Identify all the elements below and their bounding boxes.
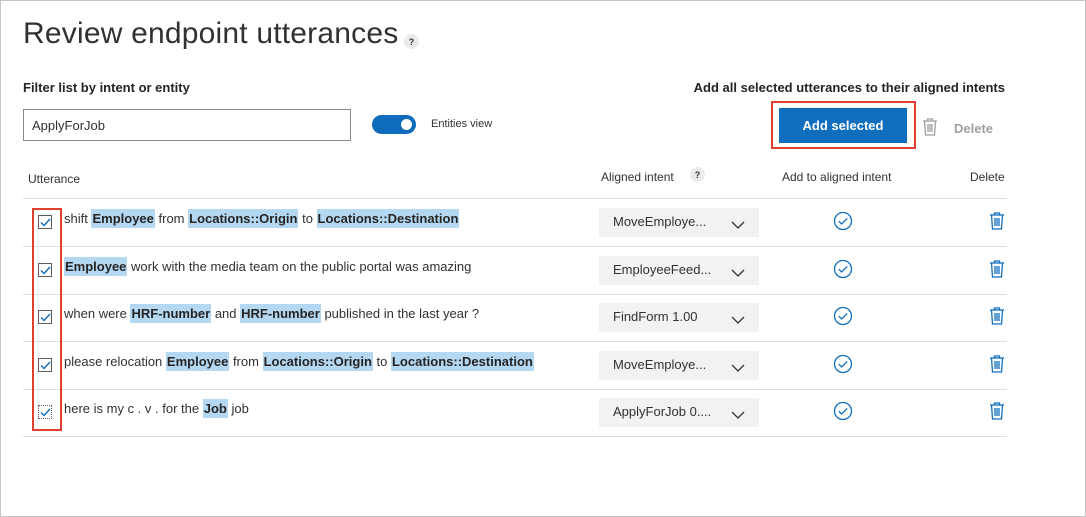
add-all-selected-label: Add all selected utterances to their ali…: [693, 80, 1005, 95]
utterance-text: please relocation Employee from Location…: [64, 352, 534, 371]
table-row: here is my c . v . for the Job job ApplyF…: [23, 389, 1007, 436]
table-row: please relocation Employee from Location…: [23, 342, 1007, 389]
table-row: Employee work with the media team on the…: [23, 247, 1007, 294]
chevron-down-icon: [731, 312, 745, 327]
table-row: shift Employee from Locations::Origin to…: [23, 199, 1007, 246]
trash-icon[interactable]: [989, 306, 1005, 331]
entity-label[interactable]: Locations::Destination: [390, 352, 534, 371]
utterance-segment: and: [211, 306, 241, 321]
entity-label[interactable]: Employee: [91, 209, 155, 228]
utterance-segment: when were: [64, 306, 131, 321]
utterance-text: when were HRF-number and HRF-number publ…: [64, 304, 480, 323]
checkbox-column-highlight: [32, 208, 62, 431]
aligned-intent-dropdown[interactable]: EmployeeFeed...: [599, 256, 759, 285]
entity-label[interactable]: HRF-number: [240, 304, 321, 323]
entity-label[interactable]: Job: [202, 399, 228, 418]
utterance-text: here is my c . v . for the Job job: [64, 399, 249, 418]
utterance-segment: job: [227, 401, 249, 416]
check-circle-icon[interactable]: [833, 306, 853, 331]
entity-label[interactable]: Employee: [165, 352, 230, 371]
trash-icon[interactable]: [989, 211, 1005, 236]
entity-label[interactable]: Locations::Destination: [316, 209, 460, 228]
aligned-intent-value: MoveEmploye...: [613, 214, 707, 229]
aligned-intent-value: EmployeeFeed...: [613, 262, 712, 277]
utterance-segment: shift: [64, 211, 92, 226]
column-header-aligned-intent: Aligned intent: [601, 170, 674, 184]
chevron-down-icon: [731, 217, 745, 232]
chevron-down-icon: [731, 407, 745, 422]
toggle-knob: [401, 119, 412, 130]
utterance-segment: please relocation: [64, 354, 166, 369]
entity-label[interactable]: Locations::Origin: [262, 352, 373, 371]
aligned-intent-dropdown[interactable]: FindForm 1.00: [599, 303, 759, 332]
aligned-intent-dropdown[interactable]: ApplyForJob 0....: [599, 398, 759, 427]
table-row: when were HRF-number and HRF-number publ…: [23, 294, 1007, 341]
review-endpoint-utterances-panel: Review endpoint utterances ? Filter list…: [0, 0, 1086, 517]
trash-icon[interactable]: [921, 117, 939, 142]
check-circle-icon[interactable]: [833, 211, 853, 236]
column-header-delete: Delete: [970, 170, 1005, 184]
utterance-segment: published in the last year ?: [320, 306, 480, 321]
entity-label[interactable]: Employee: [64, 257, 128, 276]
aligned-intent-dropdown[interactable]: MoveEmploye...: [599, 208, 759, 237]
utterance-text: Employee work with the media team on the…: [64, 257, 472, 276]
utterance-segment: here is my c . v . for the: [64, 401, 203, 416]
entities-view-label: Entities view: [431, 118, 493, 130]
aligned-intent-value: FindForm 1.00: [613, 309, 698, 324]
column-header-utterance: Utterance: [28, 172, 81, 186]
divider: [23, 436, 1007, 437]
add-selected-button[interactable]: Add selected: [779, 108, 907, 143]
utterance-segment: from: [229, 354, 263, 369]
entity-label[interactable]: HRF-number: [130, 304, 212, 323]
filter-input[interactable]: [23, 109, 351, 141]
check-circle-icon[interactable]: [833, 259, 853, 284]
trash-icon[interactable]: [989, 259, 1005, 284]
help-icon[interactable]: ?: [690, 167, 705, 182]
chevron-down-icon: [731, 265, 745, 280]
help-icon[interactable]: ?: [404, 34, 419, 49]
filter-label: Filter list by intent or entity: [23, 80, 190, 95]
aligned-intent-value: ApplyForJob 0....: [613, 404, 712, 419]
utterance-segment: to: [298, 211, 317, 226]
aligned-intent-value: MoveEmploye...: [613, 357, 707, 372]
column-header-add-to-aligned-intent: Add to aligned intent: [782, 170, 892, 184]
utterance-segment: to: [372, 354, 391, 369]
check-circle-icon[interactable]: [833, 401, 853, 426]
trash-icon[interactable]: [989, 401, 1005, 426]
delete-button[interactable]: Delete: [954, 121, 993, 136]
utterance-segment: work with the media team on the public p…: [127, 259, 472, 274]
entity-label[interactable]: Locations::Origin: [188, 209, 299, 228]
page-title: Review endpoint utterances: [23, 17, 399, 50]
utterance-segment: from: [154, 211, 189, 226]
chevron-down-icon: [731, 360, 745, 375]
aligned-intent-dropdown[interactable]: MoveEmploye...: [599, 351, 759, 380]
check-circle-icon[interactable]: [833, 354, 853, 379]
utterance-text: shift Employee from Locations::Origin to…: [64, 209, 460, 228]
entities-view-toggle[interactable]: [372, 115, 416, 134]
trash-icon[interactable]: [989, 354, 1005, 379]
